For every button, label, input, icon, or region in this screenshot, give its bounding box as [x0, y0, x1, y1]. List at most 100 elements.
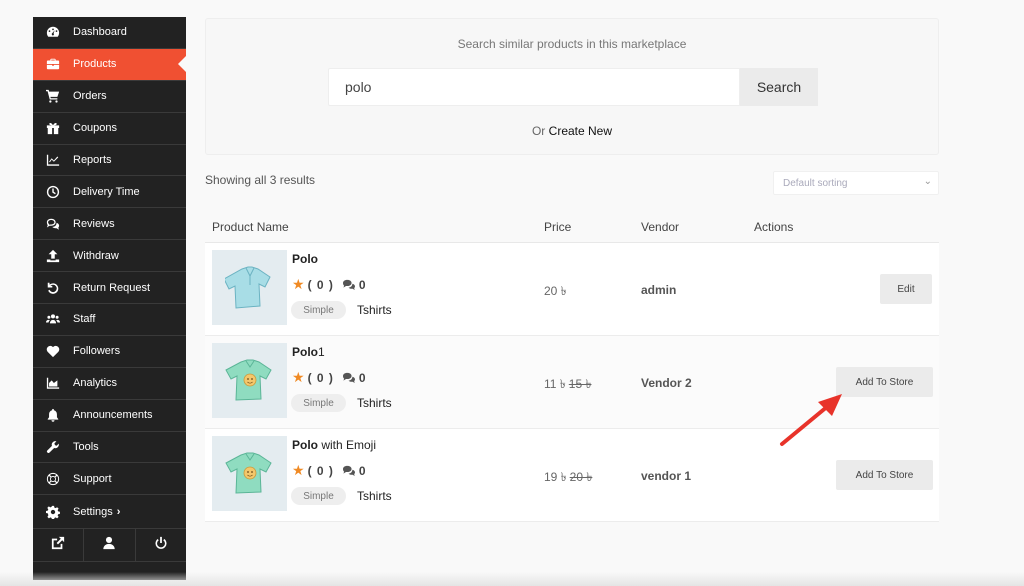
product-category[interactable]: Tshirts — [357, 303, 392, 317]
product-vendor[interactable]: admin — [641, 283, 676, 297]
external-link-button[interactable] — [33, 529, 85, 562]
sidebar-item-products[interactable]: Products — [33, 48, 186, 81]
sidebar-item-reports[interactable]: Reports — [33, 145, 186, 177]
product-name-bold: Polo — [292, 438, 318, 452]
cart-icon — [33, 89, 73, 103]
sidebar-item-label: Staff — [73, 313, 96, 326]
comments: 0 — [342, 278, 366, 292]
external-link-icon — [51, 536, 65, 555]
rating-count: ( 0 ) — [307, 277, 334, 292]
product-name-bold: Polo — [292, 345, 318, 359]
comment-count: 0 — [358, 370, 366, 385]
sidebar-item-staff[interactable]: Staff — [33, 304, 186, 336]
header-price: Price — [544, 220, 572, 234]
product-type-badge: Simple — [291, 301, 346, 319]
gear-icon — [33, 505, 73, 519]
product-price: 19 ৳ 20 ৳ — [544, 469, 592, 489]
sidebar-item-analytics[interactable]: Analytics — [33, 368, 186, 400]
sidebar-item-label: Support — [73, 472, 112, 485]
comment-count: 0 — [358, 277, 366, 292]
sidebar-item-withdraw[interactable]: Withdraw — [33, 240, 186, 273]
edit-button[interactable]: Edit — [880, 274, 932, 304]
header-product-name: Product Name — [212, 220, 289, 234]
search-button[interactable]: Search — [740, 68, 818, 106]
sidebar-item-followers[interactable]: Followers — [33, 336, 186, 368]
product-category[interactable]: Tshirts — [357, 489, 392, 503]
sidebar-item-label: Reviews — [73, 217, 115, 230]
product-name[interactable]: Polo1 — [292, 345, 325, 359]
wrench-icon — [33, 440, 73, 454]
comments-icon — [33, 217, 73, 231]
sort-select[interactable]: Default sorting ⌄ — [773, 171, 939, 195]
user-icon — [102, 536, 116, 555]
sidebar-item-settings[interactable]: Settings › — [33, 495, 186, 530]
table-row: Polo1 ★ ( 0 ) 0 Simple Tshirts 11 ৳ 15 ৳ … — [205, 336, 939, 429]
old-price: 15 ৳ — [568, 377, 592, 391]
sidebar: Dashboard Products Orders Coupons Report… — [33, 17, 186, 580]
sidebar-item-support[interactable]: Support — [33, 463, 186, 496]
undo-icon — [33, 281, 73, 295]
table-row: Polo with Emoji ★ ( 0 ) 0 Simple Tshirts… — [205, 429, 939, 522]
product-vendor[interactable]: Vendor 2 — [641, 376, 692, 390]
sidebar-item-announcements[interactable]: Announcements — [33, 400, 186, 432]
current-price: 11 ৳ — [544, 377, 566, 391]
sidebar-item-coupons[interactable]: Coupons — [33, 113, 186, 145]
sidebar-item-return-request[interactable]: Return Request — [33, 272, 186, 305]
briefcase-icon — [33, 57, 73, 71]
sidebar-item-label: Dashboard — [73, 26, 127, 39]
product-name[interactable]: Polo with Emoji — [292, 438, 376, 452]
product-meta: ★ ( 0 ) 0 — [292, 462, 366, 479]
comments: 0 — [342, 371, 366, 385]
product-thumbnail[interactable] — [212, 250, 287, 325]
sidebar-item-reviews[interactable]: Reviews — [33, 208, 186, 241]
create-new-line: Or Create New — [206, 124, 938, 138]
old-price: 20 ৳ — [569, 470, 593, 484]
product-vendor[interactable]: vendor 1 — [641, 469, 691, 483]
sidebar-item-label: Analytics — [73, 377, 118, 390]
dashboard-icon — [33, 25, 73, 39]
star-icon: ★ — [292, 462, 305, 478]
star-icon: ★ — [292, 369, 305, 385]
product-thumbnail[interactable] — [212, 436, 287, 511]
bell-icon — [33, 408, 73, 422]
product-thumbnail[interactable] — [212, 343, 287, 418]
product-category[interactable]: Tshirts — [357, 396, 392, 410]
search-panel: Search similar products in this marketpl… — [205, 18, 939, 155]
logout-button[interactable] — [136, 529, 186, 561]
current-price: 19 ৳ — [544, 470, 567, 484]
product-name[interactable]: Polo — [292, 252, 318, 266]
product-name-bold: Polo — [292, 252, 318, 266]
sidebar-item-label: Tools — [73, 441, 99, 454]
results-count: Showing all 3 results — [205, 173, 316, 187]
or-text: Or — [531, 124, 546, 138]
sidebar-item-orders[interactable]: Orders — [33, 81, 186, 113]
product-name-rest: with Emoji — [318, 438, 377, 452]
sidebar-item-label: Products — [73, 58, 117, 71]
sidebar-item-label: Settings — [73, 505, 113, 518]
comment-count: 0 — [358, 463, 366, 478]
header-actions: Actions — [754, 220, 794, 234]
table-header: Product Name Price Vendor Actions — [205, 210, 939, 243]
profile-button[interactable] — [84, 529, 136, 562]
product-meta: ★ ( 0 ) 0 — [292, 369, 366, 386]
sidebar-item-label: Coupons — [73, 122, 118, 135]
sidebar-item-label: Orders — [73, 90, 107, 103]
comments-icon — [342, 465, 355, 476]
header-vendor: Vendor — [641, 220, 680, 234]
lifebuoy-icon — [33, 472, 73, 486]
add-to-store-button[interactable]: Add To Store — [836, 367, 933, 397]
gift-icon — [33, 121, 73, 135]
search-title: Search similar products in this marketpl… — [457, 37, 687, 51]
comments-icon — [342, 279, 355, 290]
search-input[interactable] — [328, 68, 740, 106]
sidebar-item-delivery-time[interactable]: Delivery Time — [33, 176, 186, 209]
create-new-link[interactable]: Create New — [549, 124, 612, 138]
product-price: 20 ৳ — [544, 283, 567, 303]
sidebar-item-label: Return Request — [73, 281, 151, 294]
sidebar-item-tools[interactable]: Tools — [33, 432, 186, 464]
add-to-store-button[interactable]: Add To Store — [836, 460, 933, 490]
chevron-down-icon: ⌄ — [923, 176, 932, 187]
sidebar-item-label: Followers — [73, 345, 121, 358]
sidebar-item-label: Reports — [73, 154, 112, 166]
sidebar-item-dashboard[interactable]: Dashboard — [33, 17, 186, 49]
